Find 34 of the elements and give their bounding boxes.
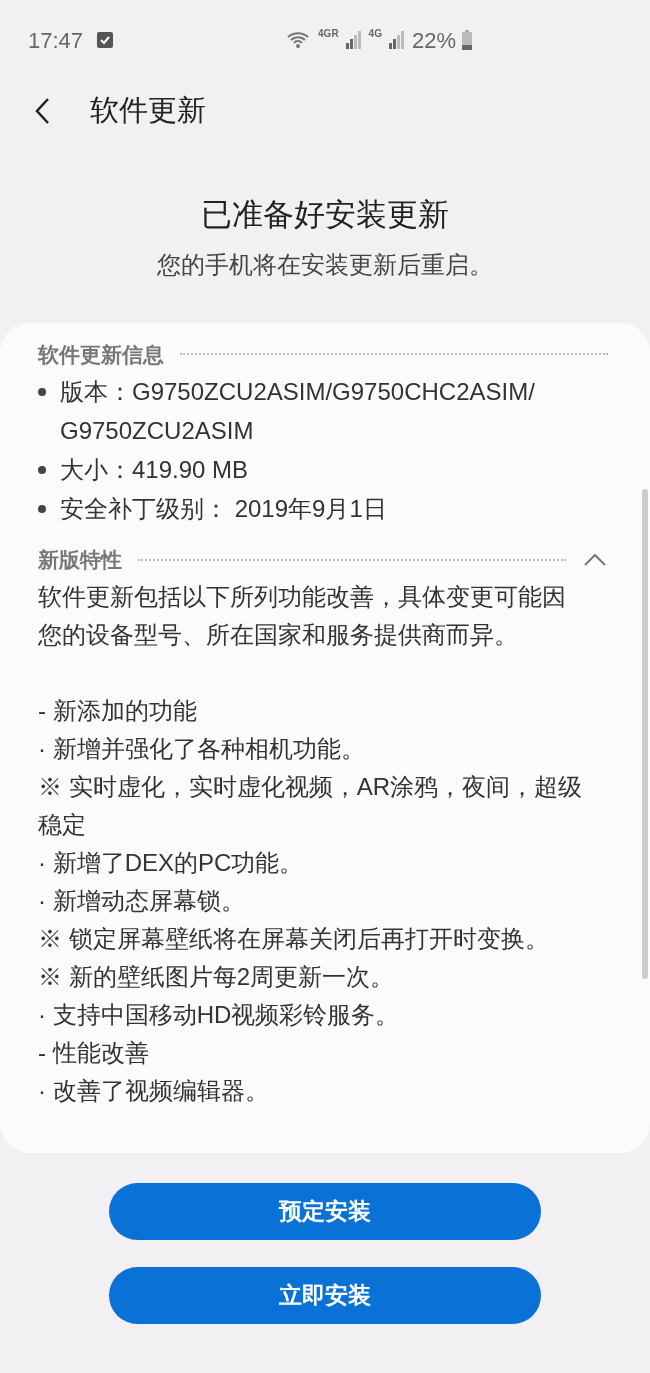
feature-line: · 新增并强化了各种相机功能。 <box>38 733 366 764</box>
update-status-subtitle: 您的手机将在安装更新后重启。 <box>157 249 493 280</box>
battery-percent: 22% <box>411 26 456 55</box>
battery-icon <box>462 30 472 50</box>
info-item: 安全补丁级别： 2019年9月1日 <box>60 494 388 524</box>
install-button[interactable]: 立即安装 <box>109 1266 541 1324</box>
feature-line: ※ 新的壁纸图片每2周更新一次。 <box>38 961 395 992</box>
chevron-up-icon <box>584 553 606 566</box>
signal-icon <box>387 31 406 49</box>
install-button[interactable]: 预定安装 <box>109 1182 541 1240</box>
network-label: 4G <box>368 26 382 41</box>
status-time: 17:47 <box>28 26 84 55</box>
back-icon <box>34 97 50 125</box>
feature-line: ※ 锁定屏幕壁纸将在屏幕关闭后再打开时变换。 <box>38 923 550 954</box>
feature-line: · 新增了DEX的PC功能。 <box>38 847 305 878</box>
feature-line: · 改善了视频编辑器。 <box>38 1075 270 1106</box>
feature-line: - 性能改善 <box>38 1037 150 1068</box>
feature-line: · 支持中国移动HD视频彩铃服务。 <box>38 999 401 1030</box>
features-intro: 软件更新包括以下所列功能改善，具体变更可能因您的设备型号、所在国家和服务提供商而异。 <box>38 581 567 650</box>
network-label: 4GR <box>318 26 339 41</box>
feature-line: ※ 实时虚化，实时虚化视频，AR涂鸦，夜间，超级稳定 <box>38 771 583 840</box>
checkbox-icon <box>97 32 114 48</box>
bullet-icon <box>38 388 46 396</box>
feature-line: - 新添加的功能 <box>38 695 198 726</box>
info-item: 大小：419.90 MB <box>60 455 250 485</box>
update-status-title: 已准备好安装更新 <box>201 196 449 234</box>
info-item: 版本：G9750ZCU2ASIM/G9750CHC2ASIM/G9750ZCU2ASIM <box>60 377 536 446</box>
feature-line: · 新增动态屏幕锁。 <box>38 885 246 916</box>
section-title: 新版特性 <box>38 547 122 573</box>
bullet-icon <box>38 466 46 474</box>
section-title: 软件更新信息 <box>38 341 164 368</box>
bullet-icon <box>38 505 46 513</box>
signal-icon <box>344 31 363 49</box>
page-title: 软件更新 <box>90 93 206 129</box>
